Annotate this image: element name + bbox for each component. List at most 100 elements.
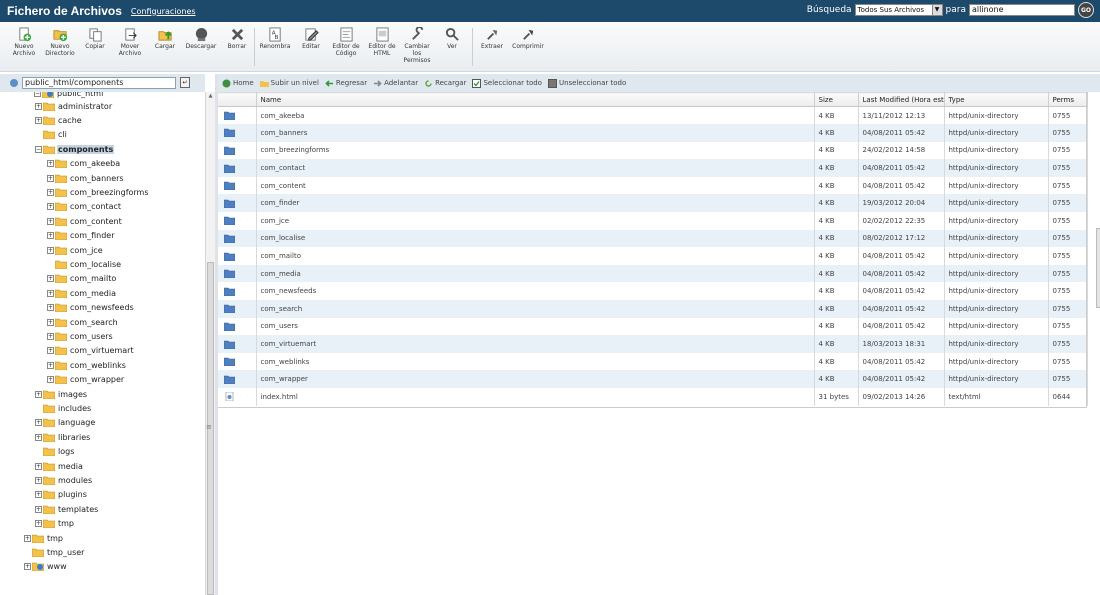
tree-item[interactable]: + modules: [35, 473, 93, 487]
expand-icon[interactable]: +: [47, 289, 54, 297]
cell-name[interactable]: com_localise: [256, 229, 815, 248]
new-file-button[interactable]: Nuevo Archivo: [10, 27, 38, 57]
cell-name[interactable]: com_search: [256, 300, 815, 318]
row-icon-cell[interactable]: [218, 388, 257, 406]
expand-icon[interactable]: +: [24, 534, 31, 542]
tree-item[interactable]: + media: [35, 459, 84, 473]
tree-item[interactable]: + com_contact: [47, 200, 122, 214]
tree-item[interactable]: + templates: [35, 502, 99, 516]
cell-name[interactable]: com_content: [256, 176, 815, 195]
row-icon-cell[interactable]: [218, 317, 257, 336]
tree-item[interactable]: cli: [35, 128, 68, 142]
table-row[interactable]: com_finder 4 KB 19/03/2012 20:04 httpd/unix…: [218, 194, 1088, 213]
table-row[interactable]: com_content 4 KB 04/08/2011 05:42 httpd/uni…: [218, 176, 1088, 195]
view-button[interactable]: Ver: [440, 27, 464, 50]
tree-item[interactable]: + com_media: [47, 286, 117, 300]
select-all-button[interactable]: Seleccionar todo: [472, 78, 542, 88]
tree-item[interactable]: tmp_user: [24, 545, 85, 559]
column-header-icon[interactable]: [218, 92, 257, 107]
collapse-icon[interactable]: −: [35, 145, 42, 153]
unselect-all-button[interactable]: Unseleccionar todo: [547, 78, 626, 88]
row-icon-cell[interactable]: [218, 176, 257, 195]
tree-item[interactable]: + com_wrapper: [47, 373, 125, 387]
path-go-button[interactable]: ↵: [180, 77, 190, 88]
table-row[interactable]: com_search 4 KB 04/08/2011 05:42 httpd/unix…: [218, 300, 1088, 318]
tree-item[interactable]: − components: [35, 142, 115, 156]
row-icon-cell[interactable]: [218, 159, 257, 177]
expand-icon[interactable]: +: [47, 318, 54, 326]
row-icon-cell[interactable]: [218, 194, 257, 213]
table-row[interactable]: com_weblinks 4 KB 04/08/2011 05:42 httpd/un…: [218, 352, 1088, 371]
cell-name[interactable]: com_users: [256, 317, 815, 336]
expand-icon[interactable]: +: [47, 174, 54, 182]
collapse-icon[interactable]: −: [34, 92, 41, 97]
cell-name[interactable]: com_mailto: [256, 247, 815, 265]
download-button[interactable]: Descargar: [184, 27, 218, 50]
expand-icon[interactable]: +: [35, 433, 42, 441]
tree-item[interactable]: + com_content: [47, 214, 123, 228]
row-icon-cell[interactable]: [218, 141, 257, 160]
tree-scrollbar[interactable]: ▲: [205, 92, 215, 595]
scroll-up-icon[interactable]: ▲: [206, 92, 215, 101]
row-icon-cell[interactable]: [218, 106, 257, 125]
row-icon-cell[interactable]: [218, 247, 257, 265]
settings-link[interactable]: Configuraciones: [131, 7, 196, 16]
cell-name[interactable]: com_wrapper: [256, 370, 815, 388]
html-editor-button[interactable]: Editor de HTML: [366, 27, 398, 57]
expand-icon[interactable]: +: [35, 419, 42, 427]
cell-name[interactable]: index.html: [256, 388, 815, 406]
side-panel-tab[interactable]: [1096, 228, 1100, 308]
expand-icon[interactable]: +: [35, 116, 42, 124]
move-button[interactable]: Mover Archivo: [114, 27, 146, 57]
tree-item[interactable]: + com_breezingforms: [47, 185, 150, 199]
expand-icon[interactable]: +: [47, 203, 54, 211]
expand-icon[interactable]: +: [24, 563, 31, 571]
tree-item[interactable]: + com_users: [47, 329, 114, 343]
copy-button[interactable]: Copiar: [82, 27, 108, 50]
path-input[interactable]: public_html/components: [22, 77, 176, 89]
expand-icon[interactable]: +: [35, 390, 42, 398]
cell-name[interactable]: com_breezingforms: [256, 141, 815, 160]
row-icon-cell[interactable]: [218, 264, 257, 283]
tree-item[interactable]: + www: [24, 560, 68, 574]
expand-icon[interactable]: +: [47, 376, 54, 384]
expand-icon[interactable]: +: [47, 188, 54, 196]
expand-icon[interactable]: +: [47, 347, 54, 355]
cell-name[interactable]: com_newsfeeds: [256, 282, 815, 301]
expand-icon[interactable]: +: [47, 332, 54, 340]
table-row[interactable]: com_virtuemart 4 KB 18/03/2013 18:31 httpd/…: [218, 335, 1088, 353]
go-button[interactable]: GO: [1078, 2, 1094, 18]
tree-item[interactable]: + com_akeeba: [47, 157, 121, 171]
cell-name[interactable]: com_virtuemart: [256, 335, 815, 353]
tree-item[interactable]: + com_search: [47, 315, 119, 329]
row-icon-cell[interactable]: [218, 335, 257, 353]
tree-item[interactable]: + com_finder: [47, 229, 115, 243]
edit-button[interactable]: Editar: [298, 27, 324, 50]
rename-button[interactable]: AB Renombra: [258, 27, 292, 50]
expand-icon[interactable]: +: [47, 232, 54, 240]
table-row[interactable]: com_breezingforms 4 KB 24/02/2012 14:58 htt…: [218, 141, 1088, 160]
tree-item[interactable]: + com_newsfeeds: [47, 301, 135, 315]
chevron-down-icon[interactable]: ▼: [931, 5, 942, 15]
tree-item[interactable]: + cache: [35, 113, 83, 127]
tree-item[interactable]: com_localise: [47, 257, 122, 271]
tree-item[interactable]: + language: [35, 416, 96, 430]
expand-icon[interactable]: +: [47, 361, 54, 369]
cell-name[interactable]: com_banners: [256, 124, 815, 142]
table-row[interactable]: com_contact 4 KB 04/08/2011 05:42 httpd/uni…: [218, 159, 1088, 177]
table-row[interactable]: com_jce 4 KB 02/02/2012 22:35 httpd/unix-di…: [218, 212, 1088, 230]
cell-name[interactable]: com_contact: [256, 159, 815, 177]
row-icon-cell[interactable]: [218, 212, 257, 230]
expand-icon[interactable]: +: [35, 520, 42, 528]
row-icon-cell[interactable]: [218, 124, 257, 142]
table-row[interactable]: index.html 31 bytes 09/02/2013 14:26 text/h…: [218, 388, 1088, 406]
forward-button[interactable]: Adelantar: [373, 79, 418, 88]
tree-item[interactable]: + tmp: [24, 531, 64, 545]
grip-icon[interactable]: ≡: [206, 423, 212, 431]
tree-item[interactable]: includes: [35, 401, 92, 415]
expand-icon[interactable]: +: [47, 304, 54, 312]
expand-icon[interactable]: +: [47, 246, 54, 254]
column-header-size[interactable]: Size: [814, 92, 859, 107]
tree-item[interactable]: + libraries: [35, 430, 91, 444]
tree-item[interactable]: + com_mailto: [47, 272, 117, 286]
